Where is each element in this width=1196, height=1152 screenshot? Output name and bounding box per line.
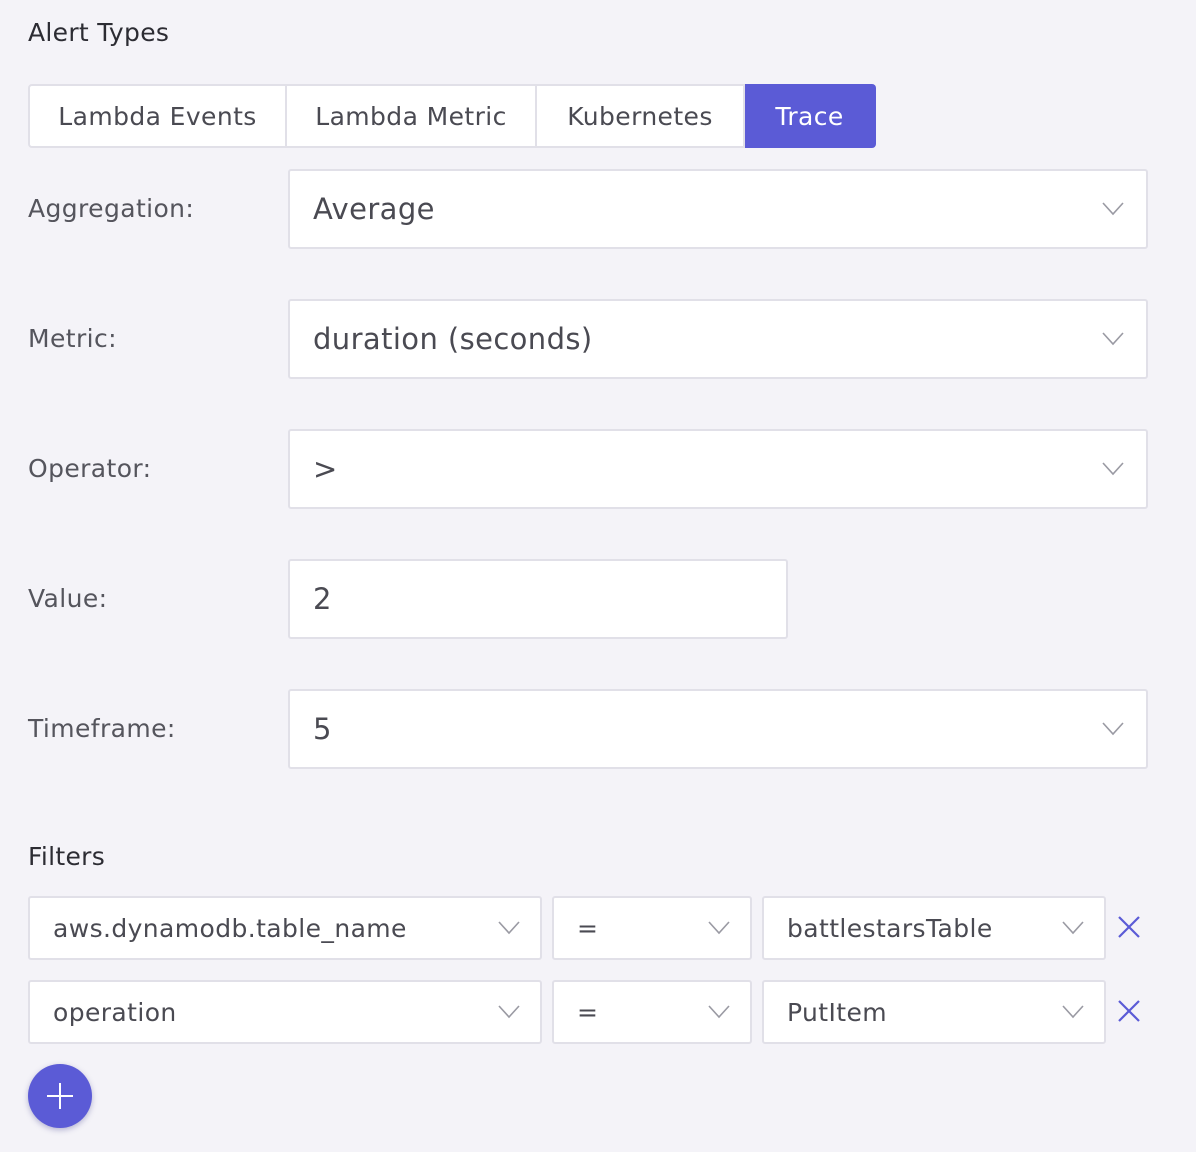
filter-key-value: operation — [53, 997, 177, 1027]
filter-value-select[interactable]: PutItem — [762, 980, 1106, 1044]
timeframe-select[interactable]: 5 — [288, 689, 1148, 769]
chevron-down-icon — [1102, 722, 1124, 736]
chevron-down-icon — [1102, 462, 1124, 476]
chevron-down-icon — [1102, 202, 1124, 216]
filter-key-select[interactable]: aws.dynamodb.table_name — [28, 896, 542, 960]
aggregation-value: Average — [313, 192, 435, 226]
filter-operator-select[interactable]: = — [552, 980, 752, 1044]
chevron-down-icon — [708, 1005, 730, 1019]
metric-label: Metric: — [28, 324, 117, 353]
filter-value-select[interactable]: battlestarsTable — [762, 896, 1106, 960]
operator-select[interactable]: > — [288, 429, 1148, 509]
plus-icon — [46, 1082, 74, 1110]
timeframe-row: Timeframe: 5 — [28, 689, 1148, 769]
close-icon[interactable] — [1117, 999, 1141, 1023]
alert-form: Alert Types Lambda Events Lambda Metric … — [0, 0, 1196, 1152]
close-icon[interactable] — [1117, 915, 1141, 939]
tab-lambda-metric[interactable]: Lambda Metric — [287, 84, 537, 148]
metric-value: duration (seconds) — [313, 322, 593, 356]
value-input[interactable]: 2 — [288, 559, 788, 639]
chevron-down-icon — [1102, 332, 1124, 346]
tab-kubernetes[interactable]: Kubernetes — [537, 84, 745, 148]
filter-key-select[interactable]: operation — [28, 980, 542, 1044]
timeframe-value: 5 — [313, 712, 332, 746]
timeframe-label: Timeframe: — [28, 714, 176, 743]
tab-lambda-events[interactable]: Lambda Events — [28, 84, 287, 148]
filter-operator-select[interactable]: = — [552, 896, 752, 960]
aggregation-select[interactable]: Average — [288, 169, 1148, 249]
alert-type-tabs: Lambda Events Lambda Metric Kubernetes T… — [28, 84, 876, 148]
chevron-down-icon — [1062, 1005, 1084, 1019]
metric-row: Metric: duration (seconds) — [28, 299, 1148, 379]
chevron-down-icon — [498, 921, 520, 935]
metric-select[interactable]: duration (seconds) — [288, 299, 1148, 379]
filters-title: Filters — [28, 842, 106, 871]
aggregation-label: Aggregation: — [28, 194, 195, 223]
filter-operator-value: = — [577, 913, 599, 943]
aggregation-row: Aggregation: Average — [28, 169, 1148, 249]
value-input-text: 2 — [313, 582, 332, 616]
value-row: Value: 2 — [28, 559, 1148, 639]
add-filter-button[interactable] — [28, 1064, 92, 1128]
chevron-down-icon — [708, 921, 730, 935]
operator-label: Operator: — [28, 454, 152, 483]
alert-types-title: Alert Types — [28, 18, 170, 47]
filter-operator-value: = — [577, 997, 599, 1027]
filter-value-value: PutItem — [787, 997, 887, 1027]
value-label: Value: — [28, 584, 108, 613]
operator-value: > — [313, 452, 338, 486]
tab-trace[interactable]: Trace — [745, 84, 876, 148]
operator-row: Operator: > — [28, 429, 1148, 509]
filter-key-value: aws.dynamodb.table_name — [53, 913, 407, 943]
filter-value-value: battlestarsTable — [787, 913, 993, 943]
chevron-down-icon — [1062, 921, 1084, 935]
chevron-down-icon — [498, 1005, 520, 1019]
